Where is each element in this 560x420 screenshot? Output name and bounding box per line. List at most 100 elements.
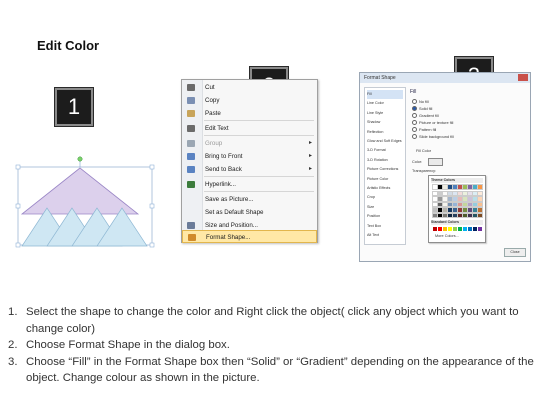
menu-item-set-as-default-shape[interactable]: Set as Default Shape	[182, 206, 317, 219]
menu-item-copy[interactable]: Copy	[182, 94, 317, 107]
theme-color-swatch[interactable]	[437, 212, 443, 218]
theme-color-swatch[interactable]	[432, 196, 438, 202]
theme-color-swatch[interactable]	[472, 184, 478, 190]
top-triangle[interactable]	[20, 167, 140, 215]
nav-item-picture-corrections[interactable]: Picture Corrections	[367, 165, 403, 174]
menu-item-save-as-picture[interactable]: Save as Picture...	[182, 193, 317, 206]
resize-handle[interactable]	[149, 203, 155, 209]
theme-color-swatch[interactable]	[437, 196, 443, 202]
nav-item-3-d-format[interactable]: 3-D Format	[367, 146, 403, 155]
theme-color-swatch[interactable]	[467, 190, 473, 196]
rotation-handle[interactable]	[77, 156, 83, 162]
menu-item-cut[interactable]: Cut	[182, 81, 317, 94]
theme-color-swatch[interactable]	[447, 196, 453, 202]
fill-option-gradient-fill[interactable]: Gradient fill	[412, 113, 439, 119]
resize-handle[interactable]	[149, 242, 155, 248]
radio-icon[interactable]	[412, 127, 417, 133]
nav-item-glow-and-soft-edges[interactable]: Glow and Soft Edges	[367, 137, 403, 146]
menu-item-bring-to-front[interactable]: Bring to Front ▸	[182, 150, 317, 163]
theme-color-swatch[interactable]	[477, 190, 483, 196]
fill-option-slide-background-fill[interactable]: Slide background fill	[412, 134, 454, 140]
more-colors-link[interactable]: More Colors...	[435, 234, 459, 238]
theme-color-swatch[interactable]	[442, 190, 448, 196]
standard-color-swatch[interactable]	[443, 227, 447, 231]
theme-color-swatch[interactable]	[462, 196, 468, 202]
theme-color-swatch[interactable]	[447, 184, 453, 190]
theme-color-swatch[interactable]	[452, 184, 458, 190]
theme-color-swatch[interactable]	[472, 190, 478, 196]
theme-color-swatch[interactable]	[452, 207, 458, 213]
menu-item-paste[interactable]: Paste	[182, 107, 317, 120]
theme-color-swatch[interactable]	[462, 201, 468, 207]
theme-color-swatch[interactable]	[477, 207, 483, 213]
radio-icon[interactable]	[412, 106, 417, 112]
standard-color-swatch[interactable]	[458, 227, 462, 231]
fill-option-solid-fill[interactable]: Solid fill	[412, 106, 432, 112]
nav-item-reflection[interactable]: Reflection	[367, 128, 403, 137]
theme-color-swatch[interactable]	[457, 184, 463, 190]
theme-color-swatch[interactable]	[477, 201, 483, 207]
menu-item-edit-text[interactable]: Edit Text	[182, 122, 317, 135]
standard-color-swatch[interactable]	[468, 227, 472, 231]
theme-color-swatch[interactable]	[447, 212, 453, 218]
nav-item-line-color[interactable]: Line Color	[367, 99, 403, 108]
menu-item-format-shape[interactable]: Format Shape...	[182, 230, 317, 243]
nav-item-alt-text[interactable]: Alt Text	[367, 231, 403, 240]
radio-icon[interactable]	[412, 120, 417, 126]
nav-item-text-box[interactable]: Text Box	[367, 222, 403, 231]
theme-color-swatch[interactable]	[447, 190, 453, 196]
menu-item-group[interactable]: Group ▸	[182, 137, 317, 150]
fill-color-dropdown[interactable]	[428, 158, 443, 166]
nav-item-picture-color[interactable]: Picture Color	[367, 175, 403, 184]
theme-color-swatch[interactable]	[432, 184, 438, 190]
radio-icon[interactable]	[412, 134, 417, 140]
theme-color-swatch[interactable]	[477, 184, 483, 190]
nav-item-artistic-effects[interactable]: Artistic Effects	[367, 184, 403, 193]
theme-color-swatch[interactable]	[452, 190, 458, 196]
standard-color-swatch[interactable]	[448, 227, 452, 231]
nav-item-crop[interactable]: Crop	[367, 193, 403, 202]
resize-handle[interactable]	[15, 164, 21, 170]
theme-color-swatch[interactable]	[467, 201, 473, 207]
theme-color-swatch[interactable]	[457, 196, 463, 202]
nav-item-shadow[interactable]: Shadow	[367, 118, 403, 127]
theme-color-swatch[interactable]	[432, 207, 438, 213]
theme-color-swatch[interactable]	[437, 184, 443, 190]
standard-color-swatch[interactable]	[438, 227, 442, 231]
selected-shape-diagram[interactable]	[14, 156, 156, 248]
resize-handle[interactable]	[15, 242, 21, 248]
fill-option-picture-or-texture-fill[interactable]: Picture or texture fill	[412, 120, 453, 126]
standard-color-swatch[interactable]	[478, 227, 482, 231]
resize-handle[interactable]	[15, 203, 21, 209]
theme-color-swatch[interactable]	[467, 207, 473, 213]
theme-color-swatch[interactable]	[472, 201, 478, 207]
theme-color-swatch[interactable]	[432, 201, 438, 207]
nav-item-fill[interactable]: Fill	[367, 90, 403, 99]
theme-color-swatch[interactable]	[452, 201, 458, 207]
theme-color-swatch[interactable]	[452, 196, 458, 202]
theme-color-swatch[interactable]	[457, 212, 463, 218]
theme-color-swatch[interactable]	[462, 190, 468, 196]
menu-item-send-to-back[interactable]: Send to Back ▸	[182, 163, 317, 176]
theme-color-swatch[interactable]	[477, 196, 483, 202]
theme-color-swatch[interactable]	[462, 184, 468, 190]
theme-color-swatch[interactable]	[457, 207, 463, 213]
close-button[interactable]: Close	[504, 248, 526, 257]
nav-item-3-d-rotation[interactable]: 3-D Rotation	[367, 156, 403, 165]
theme-color-swatch[interactable]	[472, 196, 478, 202]
dialog-close-icon[interactable]	[518, 74, 528, 81]
standard-color-swatch[interactable]	[433, 227, 437, 231]
theme-color-swatch[interactable]	[442, 212, 448, 218]
radio-icon[interactable]	[412, 99, 417, 105]
theme-color-swatch[interactable]	[442, 184, 448, 190]
theme-color-swatch[interactable]	[442, 207, 448, 213]
theme-color-swatch[interactable]	[477, 212, 483, 218]
standard-color-swatch[interactable]	[473, 227, 477, 231]
resize-handle[interactable]	[149, 164, 155, 170]
radio-icon[interactable]	[412, 113, 417, 119]
theme-color-swatch[interactable]	[472, 212, 478, 218]
theme-color-swatch[interactable]	[467, 212, 473, 218]
standard-color-swatch[interactable]	[463, 227, 467, 231]
theme-color-swatch[interactable]	[457, 190, 463, 196]
nav-item-size[interactable]: Size	[367, 203, 403, 212]
